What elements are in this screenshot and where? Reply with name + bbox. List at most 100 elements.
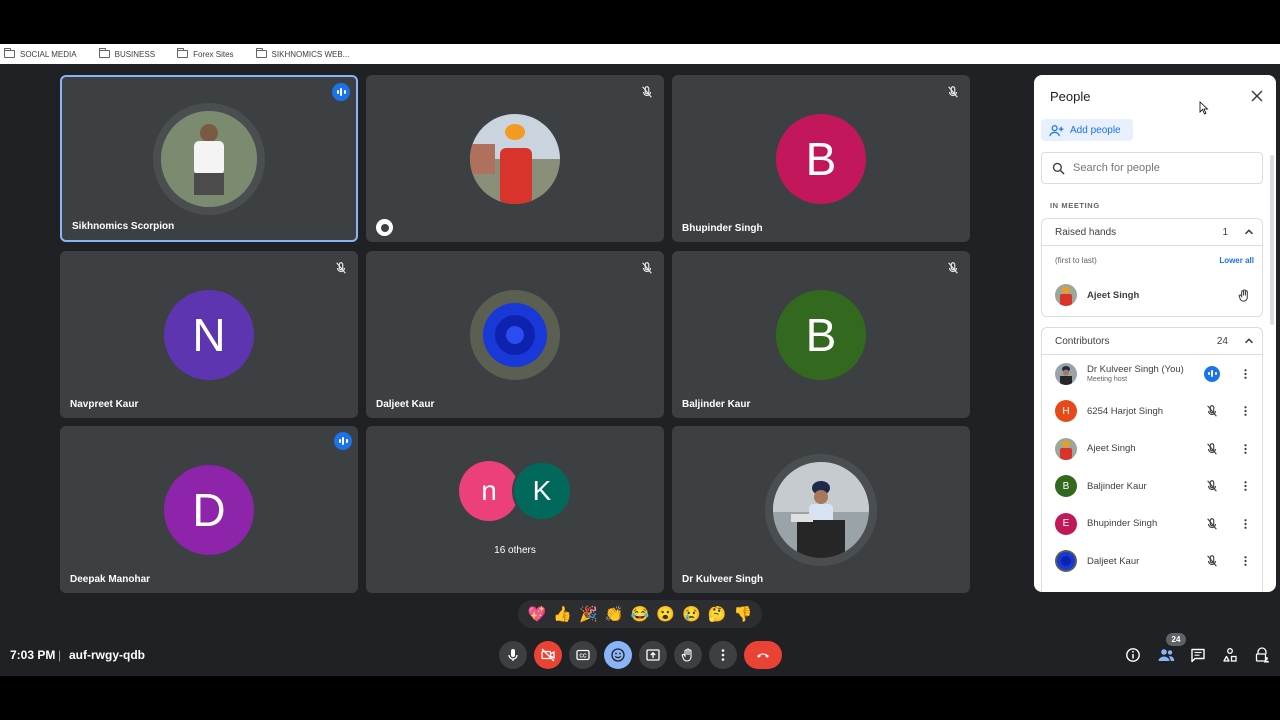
reaction-surprised[interactable]: 😮 <box>656 605 675 623</box>
person-name: Dr Kulveer Singh (You) <box>1087 364 1184 376</box>
mic-off-icon[interactable] <box>1204 553 1220 569</box>
raised-hands-header[interactable]: Raised hands 1 <box>1042 219 1262 246</box>
participant-tile[interactable]: Daljeet Kaur <box>366 251 664 418</box>
contributor-row[interactable]: E Bhupinder Singh <box>1042 505 1262 543</box>
participant-count-badge: 24 <box>1166 633 1186 646</box>
participant-tile[interactable]: N Navpreet Kaur <box>60 251 358 418</box>
reaction-sad[interactable]: 😢 <box>682 605 701 623</box>
participant-tile[interactable]: Dr Kulveer Singh <box>672 426 970 593</box>
mic-off-icon[interactable] <box>1204 516 1220 532</box>
search-people-field[interactable] <box>1041 152 1263 184</box>
contributor-row[interactable]: H 6254 Harjot Singh <box>1042 393 1262 431</box>
participant-tile[interactable]: D Deepak Manohar <box>60 426 358 593</box>
contributor-row[interactable]: Ajeet Singh <box>1042 430 1262 468</box>
contributor-row[interactable]: B Baljinder Kaur <box>1042 468 1262 506</box>
people-button[interactable] <box>1157 646 1175 664</box>
reaction-thumbs-up[interactable]: 👍 <box>553 605 572 623</box>
microphone-icon <box>508 649 518 661</box>
search-people-input[interactable] <box>1073 162 1243 174</box>
reaction-thumbs-down[interactable]: 👎 <box>734 605 753 623</box>
more-vert-icon <box>1243 518 1247 529</box>
participant-tile[interactable]: B Bhupinder Singh <box>672 75 970 242</box>
reaction-laugh[interactable]: 😂 <box>631 605 650 623</box>
participant-photo <box>470 113 560 204</box>
meeting-details-button[interactable] <box>1124 646 1142 664</box>
more-options-button[interactable] <box>1240 553 1250 569</box>
participant-tile[interactable] <box>366 75 664 242</box>
clock: 7:03 PM <box>10 648 56 662</box>
person-avatar <box>1055 362 1077 385</box>
contributor-row[interactable]: Daljeet Kaur <box>1042 543 1262 581</box>
lower-all-button[interactable]: Lower all <box>1219 256 1254 265</box>
lower-hand-button[interactable] <box>1236 287 1252 303</box>
mic-off-icon[interactable] <box>1204 403 1220 419</box>
bookmark-business[interactable]: BUSINESS <box>98 48 156 59</box>
leave-call-button[interactable] <box>744 641 782 669</box>
person-avatar: E <box>1055 512 1077 535</box>
participant-tile[interactable]: Sikhnomics Scorpion <box>60 75 358 242</box>
present-button[interactable] <box>639 641 667 669</box>
more-options-button[interactable] <box>1240 403 1250 419</box>
mic-off-icon[interactable] <box>1204 441 1220 457</box>
panel-scrollbar[interactable] <box>1270 155 1274 325</box>
person-avatar: B <box>1055 475 1077 498</box>
more-options-button[interactable] <box>709 641 737 669</box>
meeting-host-label: Meeting host <box>1087 376 1128 384</box>
more-options-button[interactable] <box>1240 516 1250 532</box>
camera-off-button[interactable] <box>534 641 562 669</box>
contributor-row[interactable]: Dr Kulveer Singh (You) Meeting host <box>1042 355 1262 393</box>
raised-hand-person[interactable]: Ajeet Singh <box>1042 274 1262 316</box>
more-options-button[interactable] <box>1240 478 1250 494</box>
others-tile[interactable]: n K 16 others <box>366 426 664 593</box>
participant-avatar: B <box>776 289 866 380</box>
bookmark-social-media[interactable]: SOCIAL MEDIA <box>4 48 77 59</box>
person-name: Baljinder Kaur <box>1087 480 1147 492</box>
chat-icon <box>1191 648 1205 663</box>
participant-tile[interactable]: B Baljinder Kaur <box>672 251 970 418</box>
captions-button[interactable]: CC <box>569 641 597 669</box>
participant-photo <box>153 102 265 215</box>
speaking-indicator-icon <box>332 83 350 101</box>
host-controls-button[interactable] <box>1253 646 1271 664</box>
activities-button[interactable] <box>1221 646 1239 664</box>
speaking-indicator-icon <box>334 432 352 450</box>
bookmark-label: BUSINESS <box>114 49 156 59</box>
more-vert-icon <box>1243 481 1247 492</box>
more-vert-icon <box>1243 443 1247 454</box>
participant-avatar: N <box>164 289 254 380</box>
emoji-icon <box>611 648 625 662</box>
chat-button[interactable] <box>1189 646 1207 664</box>
raise-hand-button[interactable] <box>674 641 702 669</box>
close-icon[interactable] <box>1250 89 1264 103</box>
participant-name: Deepak Manohar <box>70 574 151 585</box>
hang-up-icon <box>757 653 769 658</box>
folder-icon <box>4 48 15 58</box>
more-vert-icon <box>1243 406 1247 417</box>
more-options-button[interactable] <box>1240 366 1250 382</box>
add-people-button[interactable]: Add people <box>1041 119 1133 141</box>
person-name: Ajeet Singh <box>1087 289 1140 301</box>
microphone-button[interactable] <box>499 641 527 669</box>
browser-top-bar <box>0 0 1280 44</box>
person-avatar <box>1055 284 1077 306</box>
lock-person-icon <box>1255 647 1269 663</box>
reactions-button[interactable] <box>604 641 632 669</box>
contributors-header[interactable]: Contributors 24 <box>1042 328 1262 355</box>
more-options-button[interactable] <box>1240 441 1250 457</box>
hand-icon <box>1238 288 1248 302</box>
people-icon <box>1158 649 1175 661</box>
reaction-clap[interactable]: 👏 <box>605 605 624 623</box>
reaction-heart[interactable]: 💖 <box>528 605 547 623</box>
bookmark-sikhnomics-web[interactable]: SIKHNOMICS WEB... <box>255 48 349 59</box>
more-vert-icon <box>1243 556 1247 567</box>
reaction-thinking[interactable]: 🤔 <box>708 605 727 623</box>
reaction-party[interactable]: 🎉 <box>579 605 598 623</box>
raised-hands-count: 1 <box>1222 226 1228 238</box>
mic-off-icon[interactable] <box>1204 478 1220 494</box>
meeting-code[interactable]: auf-rwgy-qdb <box>69 648 145 662</box>
bookmark-label: SOCIAL MEDIA <box>20 49 77 59</box>
add-people-label: Add people <box>1070 124 1121 136</box>
bookmark-forex-sites[interactable]: Forex Sites <box>177 48 234 59</box>
folder-icon <box>255 48 267 58</box>
raised-hands-section: Raised hands 1 (first to last) Lower all… <box>1041 218 1263 317</box>
